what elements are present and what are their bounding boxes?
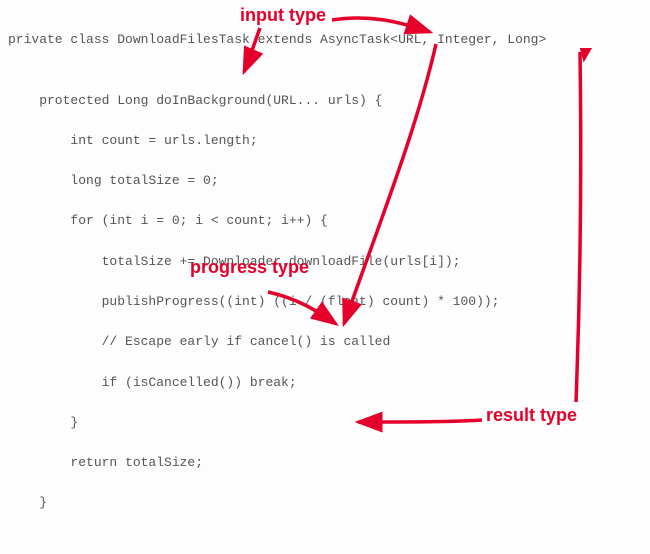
annotation-result-type: result type xyxy=(486,406,577,426)
code-line: if (isCancelled()) break; xyxy=(8,373,642,393)
code-line: for (int i = 0; i < count; i++) { xyxy=(8,211,642,231)
code-line: publishProgress((int) ((i / (float) coun… xyxy=(8,292,642,312)
code-line: // Escape early if cancel() is called xyxy=(8,332,642,352)
code-line: long totalSize = 0; xyxy=(8,171,642,191)
code-line: totalSize += Downloader.downloadFile(url… xyxy=(8,252,642,272)
code-line: private class DownloadFilesTask extends … xyxy=(8,30,642,50)
code-line: int count = urls.length; xyxy=(8,131,642,151)
annotation-progress-type: progress type xyxy=(190,258,309,278)
code-snippet: private class DownloadFilesTask extends … xyxy=(0,0,650,554)
code-line: } xyxy=(8,493,642,513)
code-line: return totalSize; xyxy=(8,453,642,473)
annotation-input-type: input type xyxy=(240,6,326,26)
code-line: protected Long doInBackground(URL... url… xyxy=(8,91,642,111)
